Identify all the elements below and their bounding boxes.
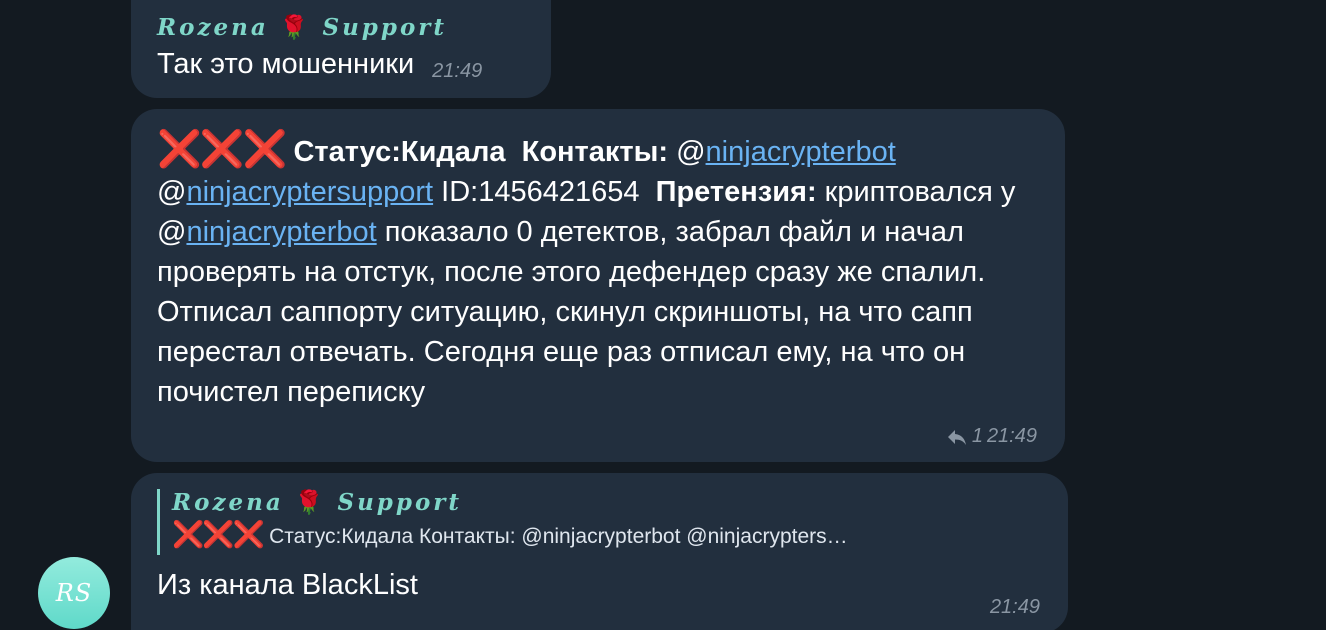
avatar[interactable]: RS bbox=[38, 557, 110, 629]
message-text: ❌❌❌ Статус:Кидала Контакты: @ninjacrypter… bbox=[157, 129, 1039, 412]
reply-arrow-icon[interactable] bbox=[946, 428, 968, 446]
message-time: 21:49 bbox=[989, 596, 1040, 618]
message-meta: 1 21:49 bbox=[946, 425, 1037, 448]
sender-name-text: Rozena bbox=[157, 14, 269, 41]
quote-sender-suffix: Support bbox=[337, 489, 463, 516]
quote-text: ❌❌❌ Статус:Кидала Контакты: @ninjacrypter… bbox=[172, 517, 1042, 554]
sender-name-suffix: Support bbox=[322, 14, 448, 41]
message-bubble[interactable]: Rozena 🌹 Support Так это мошенники 21:49 bbox=[131, 0, 551, 98]
message-bubble[interactable]: ❌❌❌ Статус:Кидала Контакты: @ninjacrypter… bbox=[131, 109, 1065, 462]
message-time: 21:49 bbox=[986, 425, 1037, 447]
message-text: Из канала BlackList bbox=[157, 569, 418, 601]
quote-text-content: Статус:Кидала Контакты: @ninjacrypterbot… bbox=[269, 525, 848, 548]
quote-sender-name: Rozena 🌹 Support bbox=[172, 489, 1042, 517]
rose-icon: 🌹 bbox=[294, 489, 327, 516]
mention-link-ninjacrypterbot[interactable]: ninjacrypterbot bbox=[706, 136, 896, 168]
reply-count[interactable]: 1 bbox=[972, 425, 983, 448]
sender-name[interactable]: Rozena 🌹 Support bbox=[157, 14, 525, 42]
mention-prefix: @ bbox=[157, 216, 187, 248]
rose-icon: 🌹 bbox=[279, 14, 312, 41]
message-time: 21:49 bbox=[432, 60, 483, 82]
cross-mark-icon: ❌❌❌ bbox=[157, 128, 287, 169]
claim-text: криптовался у bbox=[824, 176, 1016, 208]
mention-link-ninjacryptersupport[interactable]: ninjacryptersupport bbox=[186, 176, 433, 208]
reply-quote[interactable]: Rozena 🌹 Support ❌❌❌ Статус:Кидала Контак… bbox=[157, 489, 1042, 555]
message-text: Так это мошенники bbox=[157, 48, 415, 80]
status-label: Статус:Кидала bbox=[293, 136, 506, 168]
message-bubble[interactable]: Rozena 🌹 Support ❌❌❌ Статус:Кидала Контак… bbox=[131, 473, 1068, 630]
user-id: ID:1456421654 bbox=[441, 176, 640, 208]
claim-label: Претензия: bbox=[655, 176, 817, 208]
cross-mark-icon: ❌❌❌ bbox=[172, 519, 265, 549]
mention-prefix: @ bbox=[157, 176, 187, 208]
chat-area: Rozena 🌹 Support Так это мошенники 21:49… bbox=[0, 0, 1326, 630]
contacts-label: Контакты: bbox=[521, 136, 669, 168]
mention-prefix: @ bbox=[676, 136, 706, 168]
quote-sender-text: Rozena bbox=[172, 489, 284, 516]
mention-link-ninjacrypterbot[interactable]: ninjacrypterbot bbox=[186, 216, 376, 248]
